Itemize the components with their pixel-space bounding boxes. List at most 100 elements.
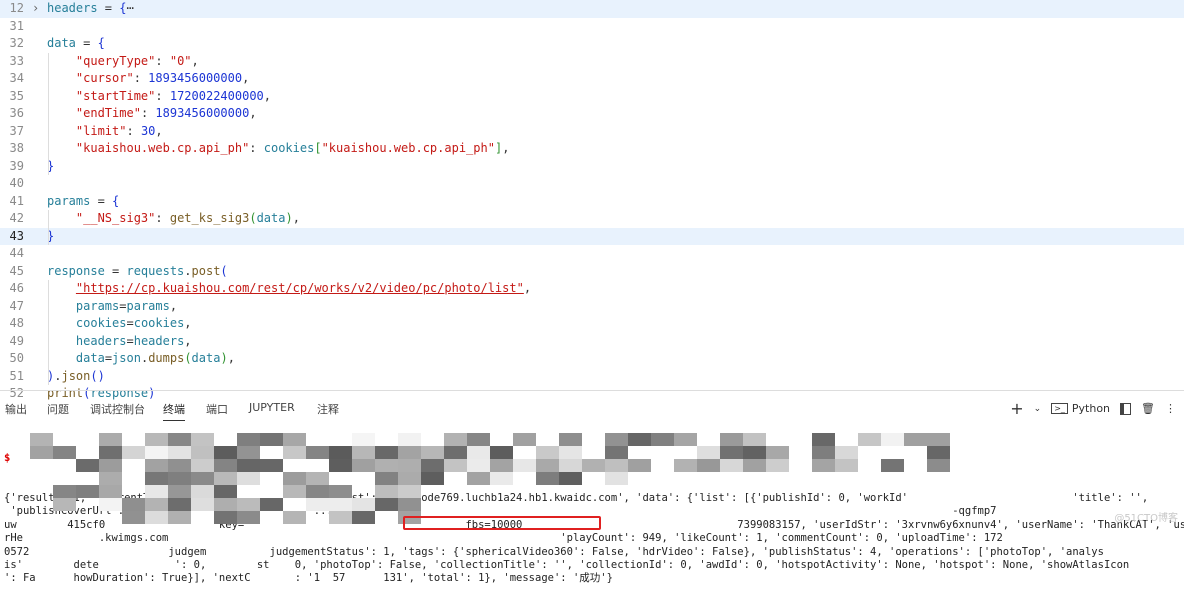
line-number: 47 (9, 298, 24, 313)
code-line[interactable]: 48 cookies=cookies, (0, 315, 1184, 333)
plus-icon[interactable]: + (1010, 399, 1023, 418)
mosaic-tile (375, 446, 398, 459)
mosaic-tile (191, 498, 214, 511)
mosaic-tile (99, 485, 122, 498)
mosaic-tile (214, 485, 237, 498)
terminal-icon[interactable]: >_ (1051, 403, 1068, 414)
terminal-line: is' dete ': 0, st 0, 'photoTop': False, … (4, 559, 1130, 572)
trash-icon[interactable]: 🗑 (1141, 402, 1155, 415)
shell-name[interactable]: Python (1072, 402, 1110, 415)
mosaic-tile (260, 459, 283, 472)
mosaic-tile (237, 433, 260, 446)
line-number: 36 (9, 106, 24, 120)
mosaic-tile (835, 459, 858, 472)
watermark: @51CTO博客 (1114, 513, 1178, 524)
mosaic-tile (536, 472, 559, 485)
line-number: 31 (9, 18, 24, 33)
code-line[interactable]: 36 "endTime": 1893456000000, (0, 105, 1184, 123)
line-number: 50 (9, 351, 24, 365)
mosaic-tile (283, 433, 306, 446)
split-icon[interactable] (1120, 402, 1132, 415)
code-line[interactable]: 51).json() (0, 368, 1184, 386)
more-icon[interactable]: ⋮ (1165, 402, 1176, 415)
mosaic-tile (743, 446, 766, 459)
code-text: "limit": 30, (75, 123, 163, 138)
code-line[interactable]: 44 (0, 245, 1184, 263)
mosaic-tile (490, 446, 513, 459)
line-number: 48 (9, 316, 24, 330)
mosaic-tile (398, 446, 421, 459)
mosaic-tile (168, 511, 191, 524)
fold-chevron-icon[interactable]: › (32, 0, 39, 18)
mosaic-tile (306, 485, 329, 498)
mosaic-tile (145, 472, 168, 485)
line-number: 34 (9, 71, 24, 85)
code-line[interactable]: 12 › headers = {⋯ (0, 0, 1184, 18)
mosaic-tile (329, 498, 352, 511)
mosaic-tile (812, 446, 835, 459)
mosaic-tile (559, 472, 582, 485)
panel-tab[interactable]: 输出 (5, 401, 27, 417)
code-editor[interactable]: 12 › headers = {⋯ 31 32 data = {33 "queryType… (0, 0, 1184, 400)
mosaic-tile (214, 446, 237, 459)
code-line[interactable]: 39} (0, 158, 1184, 176)
mosaic-tile (467, 472, 490, 485)
mosaic-tile (168, 446, 191, 459)
code-line[interactable]: 46 "https://cp.kuaishou.com/rest/cp/work… (0, 280, 1184, 298)
mosaic-tile (605, 472, 628, 485)
mosaic-tile (306, 472, 329, 485)
line-number: 35 (9, 88, 24, 103)
mosaic-tile (421, 446, 444, 459)
chevron-down-icon[interactable]: ⌄ (1034, 404, 1042, 414)
panel-tab[interactable]: JUPYTER (249, 401, 295, 414)
code-text: response = requests.post( (47, 263, 228, 278)
mosaic-tile (145, 459, 168, 472)
code-line[interactable]: 34 "cursor": 1893456000000, (0, 70, 1184, 88)
code-line[interactable]: 49 headers=headers, (0, 333, 1184, 351)
code-line[interactable]: 35 "startTime": 1720022400000, (0, 88, 1184, 106)
mosaic-tile (927, 459, 950, 472)
panel-tab[interactable]: 终端 (163, 401, 185, 421)
panel-tab[interactable]: 调试控制台 (90, 401, 145, 417)
panel-tab[interactable]: 端口 (206, 401, 228, 417)
mosaic-tile (99, 446, 122, 459)
code-line[interactable]: 31 (0, 18, 1184, 36)
mosaic-tile (53, 498, 76, 511)
mosaic-tile (444, 459, 467, 472)
mosaic-tile (720, 459, 743, 472)
mosaic-tile (76, 459, 99, 472)
mosaic-tile (145, 498, 168, 511)
line-number: 33 (9, 53, 24, 68)
code-line[interactable]: 41 params = { (0, 193, 1184, 211)
panel-tab[interactable]: 问题 (47, 401, 69, 417)
line-number: 46 (9, 281, 24, 295)
mosaic-tile (628, 459, 651, 472)
panel-tab[interactable]: 注释 (317, 401, 339, 417)
mosaic-tile (421, 472, 444, 485)
code-text: headers=headers, (75, 333, 192, 348)
code-line[interactable]: 37 "limit": 30, (0, 123, 1184, 141)
code-line[interactable]: 50 data=json.dumps(data), (0, 350, 1184, 368)
code-line[interactable]: 33 "queryType": "0", (0, 53, 1184, 71)
mosaic-tile (306, 498, 329, 511)
code-line[interactable]: 47 params=params, (0, 298, 1184, 316)
mosaic-tile (398, 472, 421, 485)
line-number: 41 (9, 193, 24, 208)
mosaic-tile (720, 433, 743, 446)
line-number: 43 (9, 228, 24, 243)
mosaic-tile (145, 433, 168, 446)
line-number: 51 (9, 368, 24, 383)
mosaic-tile (168, 433, 191, 446)
mosaic-tile (214, 511, 237, 524)
code-line[interactable]: 38 "kuaishou.web.cp.api_ph": cookies["ku… (0, 140, 1184, 158)
mosaic-tile (145, 511, 168, 524)
code-line[interactable]: 45 response = requests.post( (0, 263, 1184, 281)
mosaic-tile (168, 472, 191, 485)
code-line[interactable]: 42 "__NS_sig3": get_ks_sig3(data), (0, 210, 1184, 228)
code-line[interactable]: 32 data = { (0, 35, 1184, 53)
mosaic-tile (352, 459, 375, 472)
code-line[interactable]: 40 (0, 175, 1184, 193)
mosaic-tile (237, 511, 260, 524)
code-line[interactable]: 43} (0, 227, 1184, 245)
mosaic-tile (490, 459, 513, 472)
